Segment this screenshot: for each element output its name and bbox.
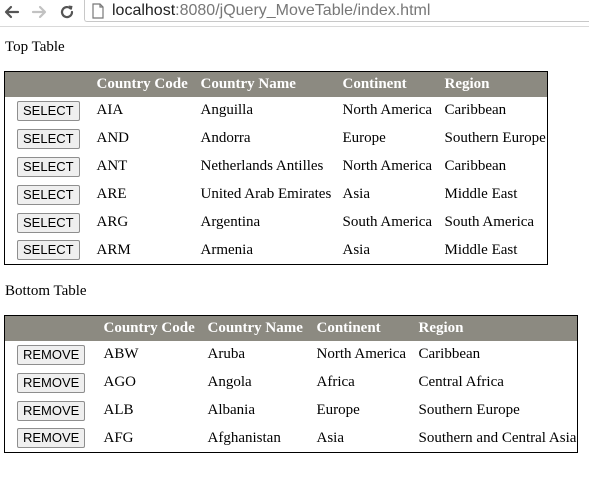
country-code: AIA bbox=[96, 102, 124, 118]
button-column-header bbox=[5, 72, 93, 97]
country-name: Afghanistan bbox=[207, 429, 281, 446]
header-country-code: Country Code bbox=[96, 75, 188, 92]
region: Caribbean bbox=[444, 102, 507, 118]
continent: Asia bbox=[342, 241, 371, 258]
header-region: Region bbox=[418, 319, 464, 336]
continent: Asia bbox=[342, 186, 371, 202]
button-column-header bbox=[5, 316, 100, 341]
header-country-code: Country Code bbox=[103, 319, 195, 336]
country-code: ARE bbox=[96, 186, 127, 202]
table-row: REMOVE AGO Angola Africa Central Africa bbox=[5, 369, 578, 397]
region: Caribbean bbox=[418, 346, 481, 362]
bottom-table-title: Bottom Table bbox=[5, 283, 87, 299]
table-row: REMOVE AFG Afghanistan Asia Southern and… bbox=[5, 425, 578, 453]
select-button[interactable]: SELECT bbox=[17, 212, 80, 233]
region: Southern Europe bbox=[444, 130, 546, 146]
remove-button[interactable]: REMOVE bbox=[17, 344, 86, 365]
arrow-left-icon bbox=[4, 5, 20, 19]
table-row: SELECT ARM Armenia Asia Middle East bbox=[5, 237, 548, 265]
continent: South America bbox=[342, 214, 433, 230]
table-row: SELECT ARE United Arab Emirates Asia Mid… bbox=[5, 181, 548, 209]
region: Caribbean bbox=[444, 158, 507, 174]
top-table: Country Code Country Name Continent Regi… bbox=[4, 71, 548, 265]
top-table-title: Top Table bbox=[5, 39, 65, 55]
header-continent: Continent bbox=[342, 75, 407, 92]
country-code: ARM bbox=[96, 241, 131, 258]
select-button[interactable]: SELECT bbox=[17, 128, 80, 149]
country-name: Armenia bbox=[200, 241, 253, 258]
country-code: ANT bbox=[96, 158, 128, 174]
page-icon bbox=[91, 3, 105, 21]
browser-toolbar: localhost:8080/jQuery_MoveTable/index.ht… bbox=[0, 0, 589, 27]
url-path: :8080/jQuery_MoveTable/index.html bbox=[175, 2, 431, 19]
top-table-header-row: Country Code Country Name Continent Regi… bbox=[4, 71, 548, 97]
continent: North America bbox=[316, 346, 407, 362]
table-row: SELECT ANT Netherlands Antilles North Am… bbox=[5, 153, 548, 181]
table-row: SELECT AIA Anguilla North America Caribb… bbox=[5, 97, 548, 125]
continent: North America bbox=[342, 158, 433, 174]
country-code: AGO bbox=[103, 374, 137, 390]
region: Southern and Central Asia bbox=[418, 429, 577, 446]
table-row: REMOVE ABW Aruba North America Caribbean bbox=[5, 341, 578, 369]
continent: Europe bbox=[342, 130, 386, 146]
header-country-name: Country Name bbox=[200, 75, 296, 92]
header-country-name: Country Name bbox=[207, 319, 303, 336]
country-name: United Arab Emirates bbox=[200, 186, 332, 202]
country-name: Anguilla bbox=[200, 102, 254, 118]
select-button[interactable]: SELECT bbox=[17, 240, 80, 261]
reload-button[interactable] bbox=[58, 3, 76, 21]
bottom-table-header-row: Country Code Country Name Continent Regi… bbox=[4, 315, 578, 341]
continent: Asia bbox=[316, 429, 345, 446]
table-row: REMOVE ALB Albania Europe Southern Europ… bbox=[5, 397, 578, 425]
country-code: ARG bbox=[96, 214, 129, 230]
country-name: Andorra bbox=[200, 130, 251, 146]
continent: Europe bbox=[316, 402, 360, 418]
country-name: Albania bbox=[207, 402, 255, 418]
forward-button[interactable] bbox=[30, 3, 48, 21]
country-code: ALB bbox=[103, 402, 134, 418]
remove-button[interactable]: REMOVE bbox=[17, 428, 86, 449]
select-button[interactable]: SELECT bbox=[17, 156, 80, 177]
remove-button[interactable]: REMOVE bbox=[17, 372, 86, 393]
region: Central Africa bbox=[418, 374, 504, 390]
country-name: Aruba bbox=[207, 346, 246, 362]
arrow-right-icon bbox=[31, 5, 47, 19]
table-row: SELECT AND Andorra Europe Southern Europ… bbox=[5, 125, 548, 153]
reload-icon bbox=[60, 5, 74, 19]
country-code: AFG bbox=[103, 429, 134, 446]
region: South America bbox=[444, 214, 535, 230]
address-bar[interactable]: localhost:8080/jQuery_MoveTable/index.ht… bbox=[84, 0, 589, 22]
remove-button[interactable]: REMOVE bbox=[17, 400, 86, 421]
region: Middle East bbox=[444, 241, 518, 258]
continent: Africa bbox=[316, 374, 355, 390]
region: Middle East bbox=[444, 186, 518, 202]
country-code: ABW bbox=[103, 346, 139, 362]
table-row: SELECT ARG Argentina South America South… bbox=[5, 209, 548, 237]
back-button[interactable] bbox=[3, 3, 21, 21]
country-name: Netherlands Antilles bbox=[200, 158, 324, 174]
country-name: Argentina bbox=[200, 214, 261, 230]
country-code: AND bbox=[96, 130, 130, 146]
continent: North America bbox=[342, 102, 433, 118]
select-button[interactable]: SELECT bbox=[17, 184, 80, 205]
header-continent: Continent bbox=[316, 319, 381, 336]
url-host: localhost bbox=[112, 2, 176, 19]
region: Southern Europe bbox=[418, 402, 520, 418]
country-name: Angola bbox=[207, 374, 252, 390]
header-region: Region bbox=[444, 75, 490, 92]
select-button[interactable]: SELECT bbox=[17, 100, 80, 121]
bottom-table: Country Code Country Name Continent Regi… bbox=[4, 315, 578, 453]
